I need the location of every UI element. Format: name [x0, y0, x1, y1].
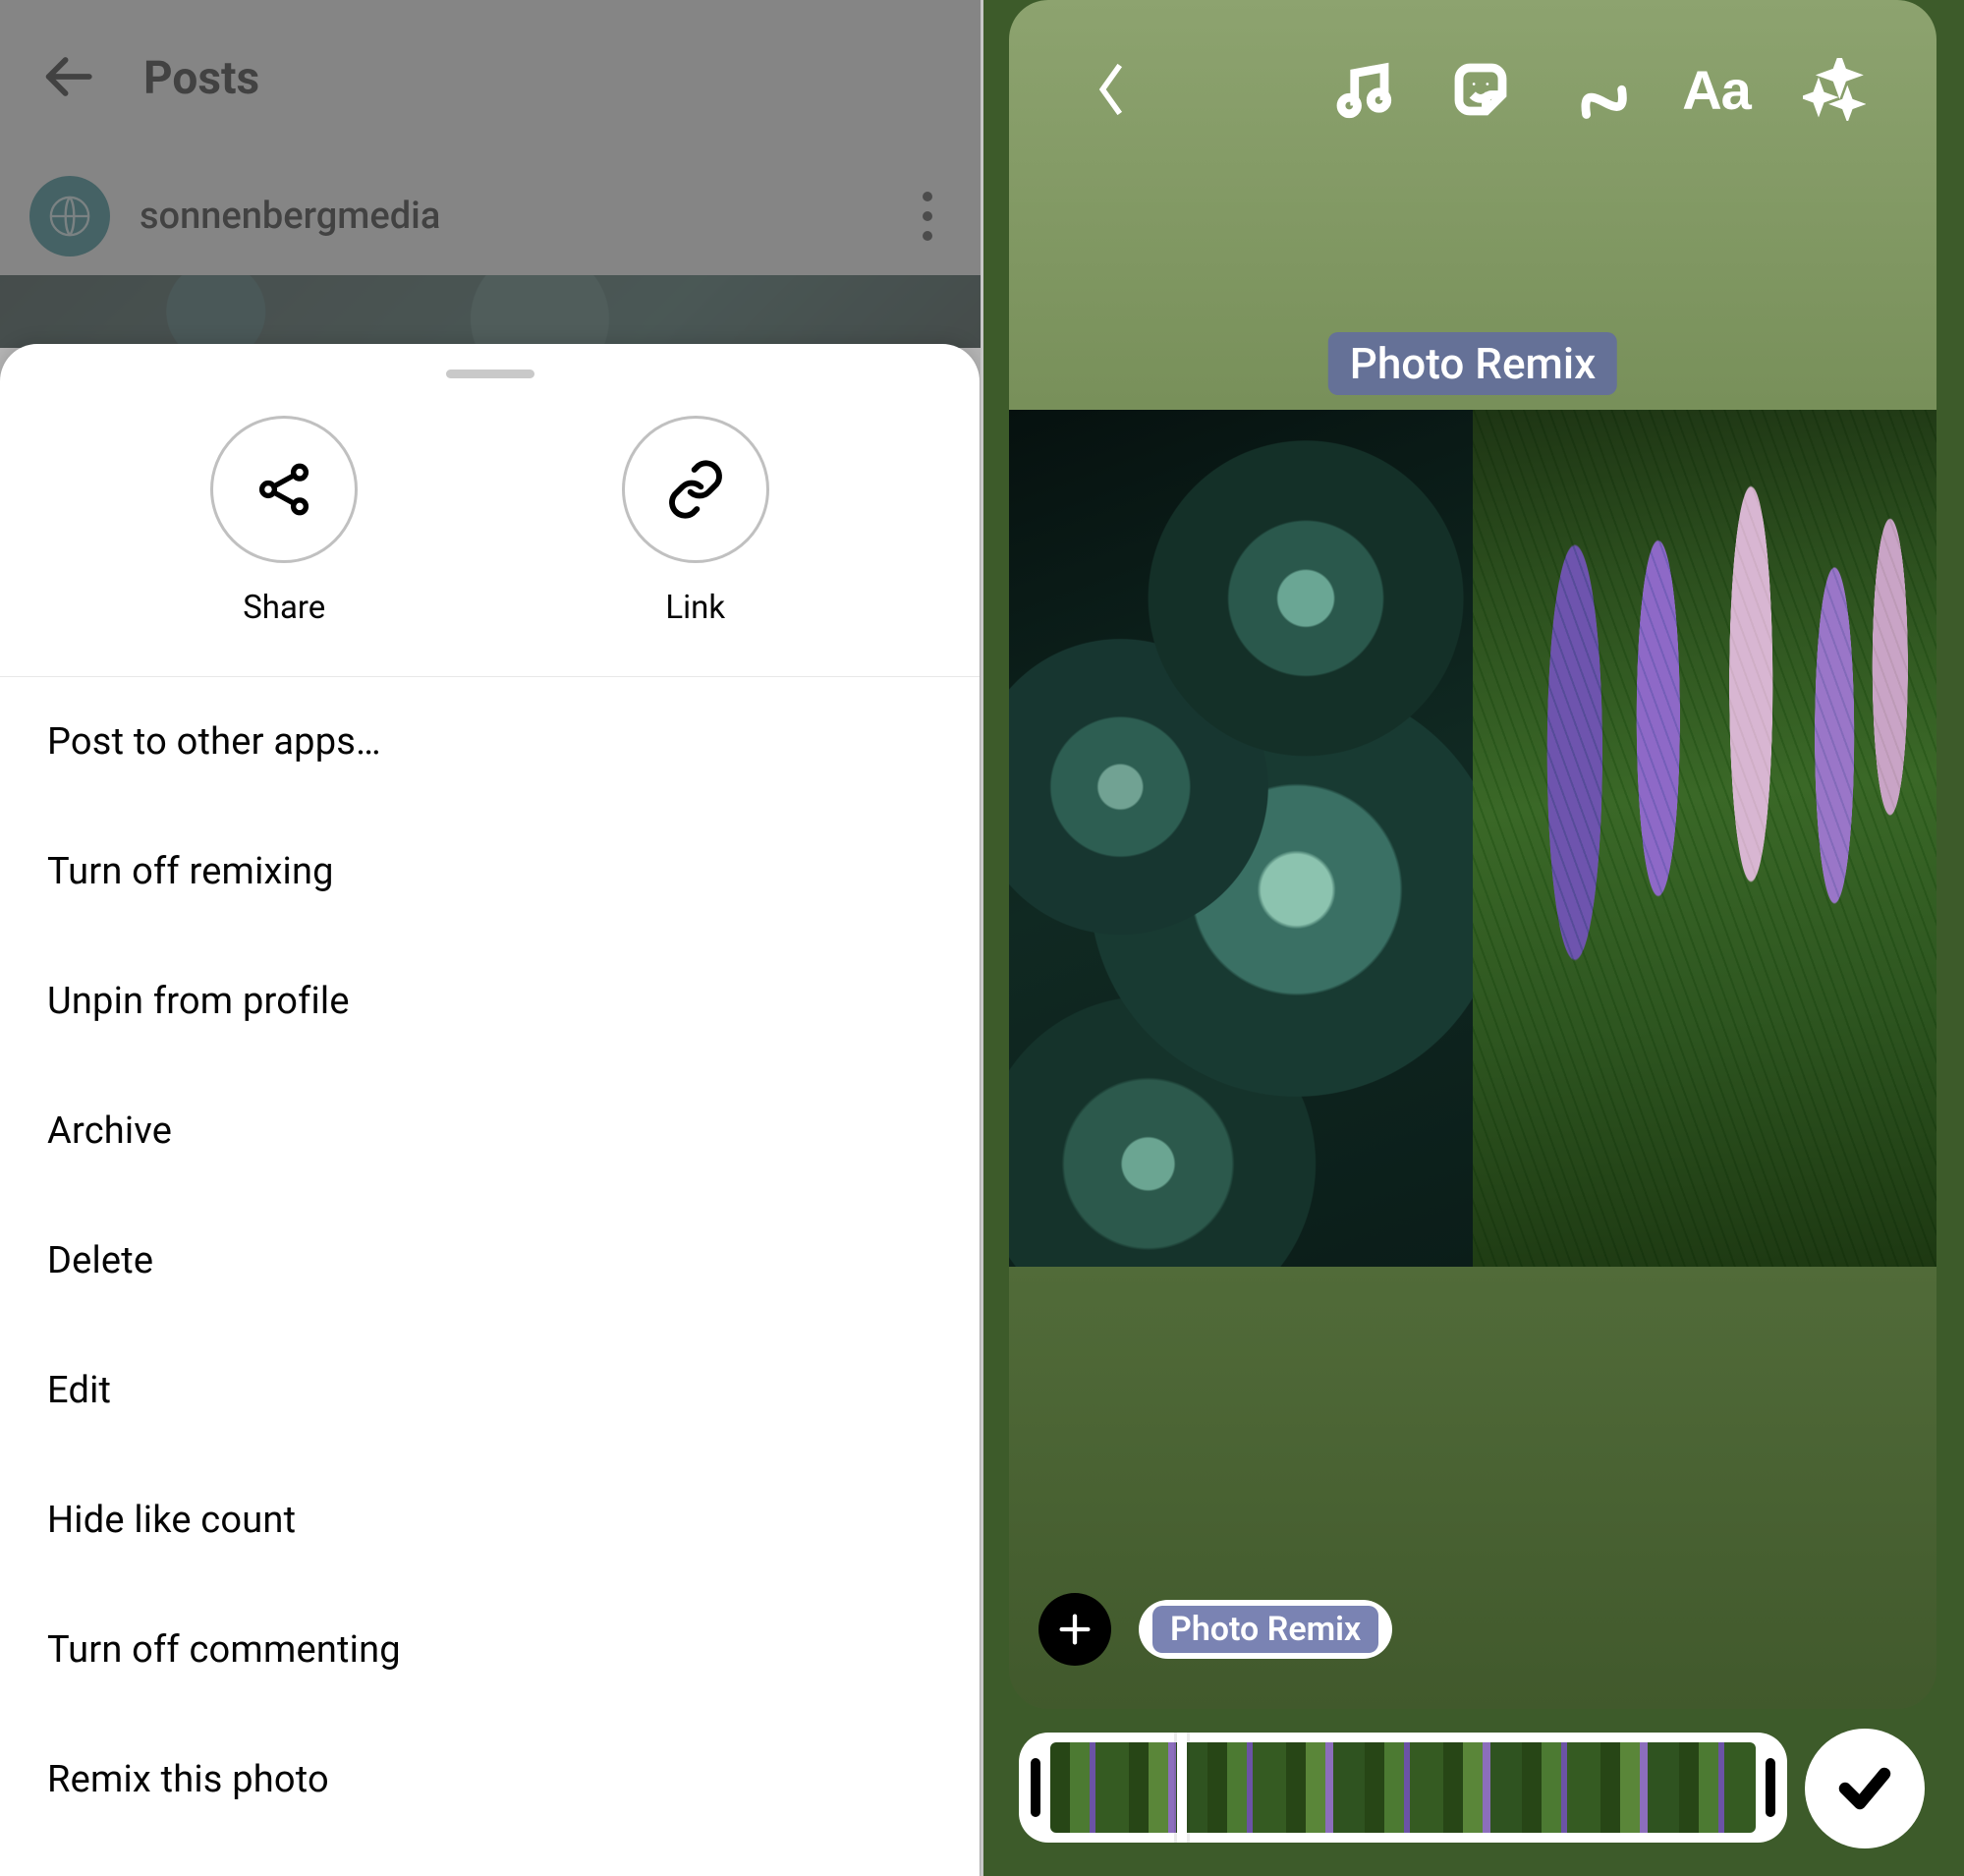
post-author-row: sonnenbergmedia — [0, 157, 982, 275]
link-icon — [622, 416, 769, 563]
share-label: Share — [243, 589, 325, 627]
menu-item-hide-likes[interactable]: Hide like count — [0, 1455, 980, 1585]
trim-handle-right[interactable] — [1766, 1758, 1775, 1817]
share-icon — [210, 416, 358, 563]
remix-image-right — [1473, 410, 1936, 1267]
menu-item-remix-photo[interactable]: Remix this photo — [0, 1715, 980, 1845]
photo-remix-badge[interactable]: Photo Remix — [1328, 332, 1617, 395]
share-action[interactable]: Share — [210, 416, 358, 627]
avatar[interactable] — [29, 176, 110, 256]
sticker-icon[interactable] — [1422, 57, 1540, 122]
timeline-scrubber[interactable] — [1177, 1733, 1187, 1843]
page-title: Posts — [143, 52, 259, 105]
bottom-sheet: Share Link Post to other apps… Turn off … — [0, 344, 980, 1876]
confirm-button[interactable] — [1805, 1729, 1925, 1848]
trim-handle-left[interactable] — [1031, 1758, 1040, 1817]
timeline-frames[interactable] — [1050, 1742, 1756, 1833]
story-topbar: Aa — [1052, 57, 1893, 122]
menu-item-edit[interactable]: Edit — [0, 1326, 980, 1455]
remix-image-left — [1009, 410, 1473, 1267]
posts-header: Posts — [0, 0, 982, 157]
back-arrow-icon[interactable] — [39, 48, 96, 109]
story-canvas[interactable]: Aa Photo Remix Photo Remix — [1009, 0, 1936, 1709]
chip-label: Photo Remix — [1152, 1606, 1378, 1653]
menu-item-post-other-apps[interactable]: Post to other apps… — [0, 677, 980, 807]
photo-remix-chip[interactable]: Photo Remix — [1139, 1600, 1392, 1659]
sparkle-icon[interactable] — [1775, 58, 1893, 121]
screenshot-divider — [981, 0, 983, 1876]
menu-item-turn-off-remixing[interactable]: Turn off remixing — [0, 807, 980, 937]
remix-split-image — [1009, 410, 1936, 1267]
link-action[interactable]: Link — [622, 416, 769, 627]
username-label[interactable]: sonnenbergmedia — [140, 195, 873, 238]
link-label: Link — [665, 589, 725, 627]
sheet-menu: Post to other apps… Turn off remixing Un… — [0, 677, 980, 1876]
menu-item-unpin[interactable]: Unpin from profile — [0, 937, 980, 1066]
video-timeline[interactable] — [1019, 1733, 1787, 1843]
text-tool-icon[interactable]: Aa — [1657, 58, 1775, 122]
kebab-menu-icon[interactable] — [903, 192, 952, 241]
left-screenshot: Posts sonnenbergmedia Share — [0, 0, 982, 1876]
effects-icon[interactable] — [1540, 57, 1657, 122]
story-back-icon[interactable] — [1052, 57, 1170, 122]
right-screenshot: Aa Photo Remix Photo Remix — [982, 0, 1964, 1876]
sheet-action-row: Share Link — [0, 388, 980, 677]
post-image-preview — [0, 275, 982, 348]
menu-item-archive[interactable]: Archive — [0, 1066, 980, 1196]
music-icon[interactable] — [1304, 57, 1422, 122]
menu-item-turn-off-comment[interactable]: Turn off commenting — [0, 1585, 980, 1715]
sheet-grabber[interactable] — [446, 370, 534, 378]
add-button[interactable] — [1038, 1593, 1111, 1666]
menu-item-delete[interactable]: Delete — [0, 1196, 980, 1326]
story-chip-row: Photo Remix — [1038, 1593, 1392, 1666]
